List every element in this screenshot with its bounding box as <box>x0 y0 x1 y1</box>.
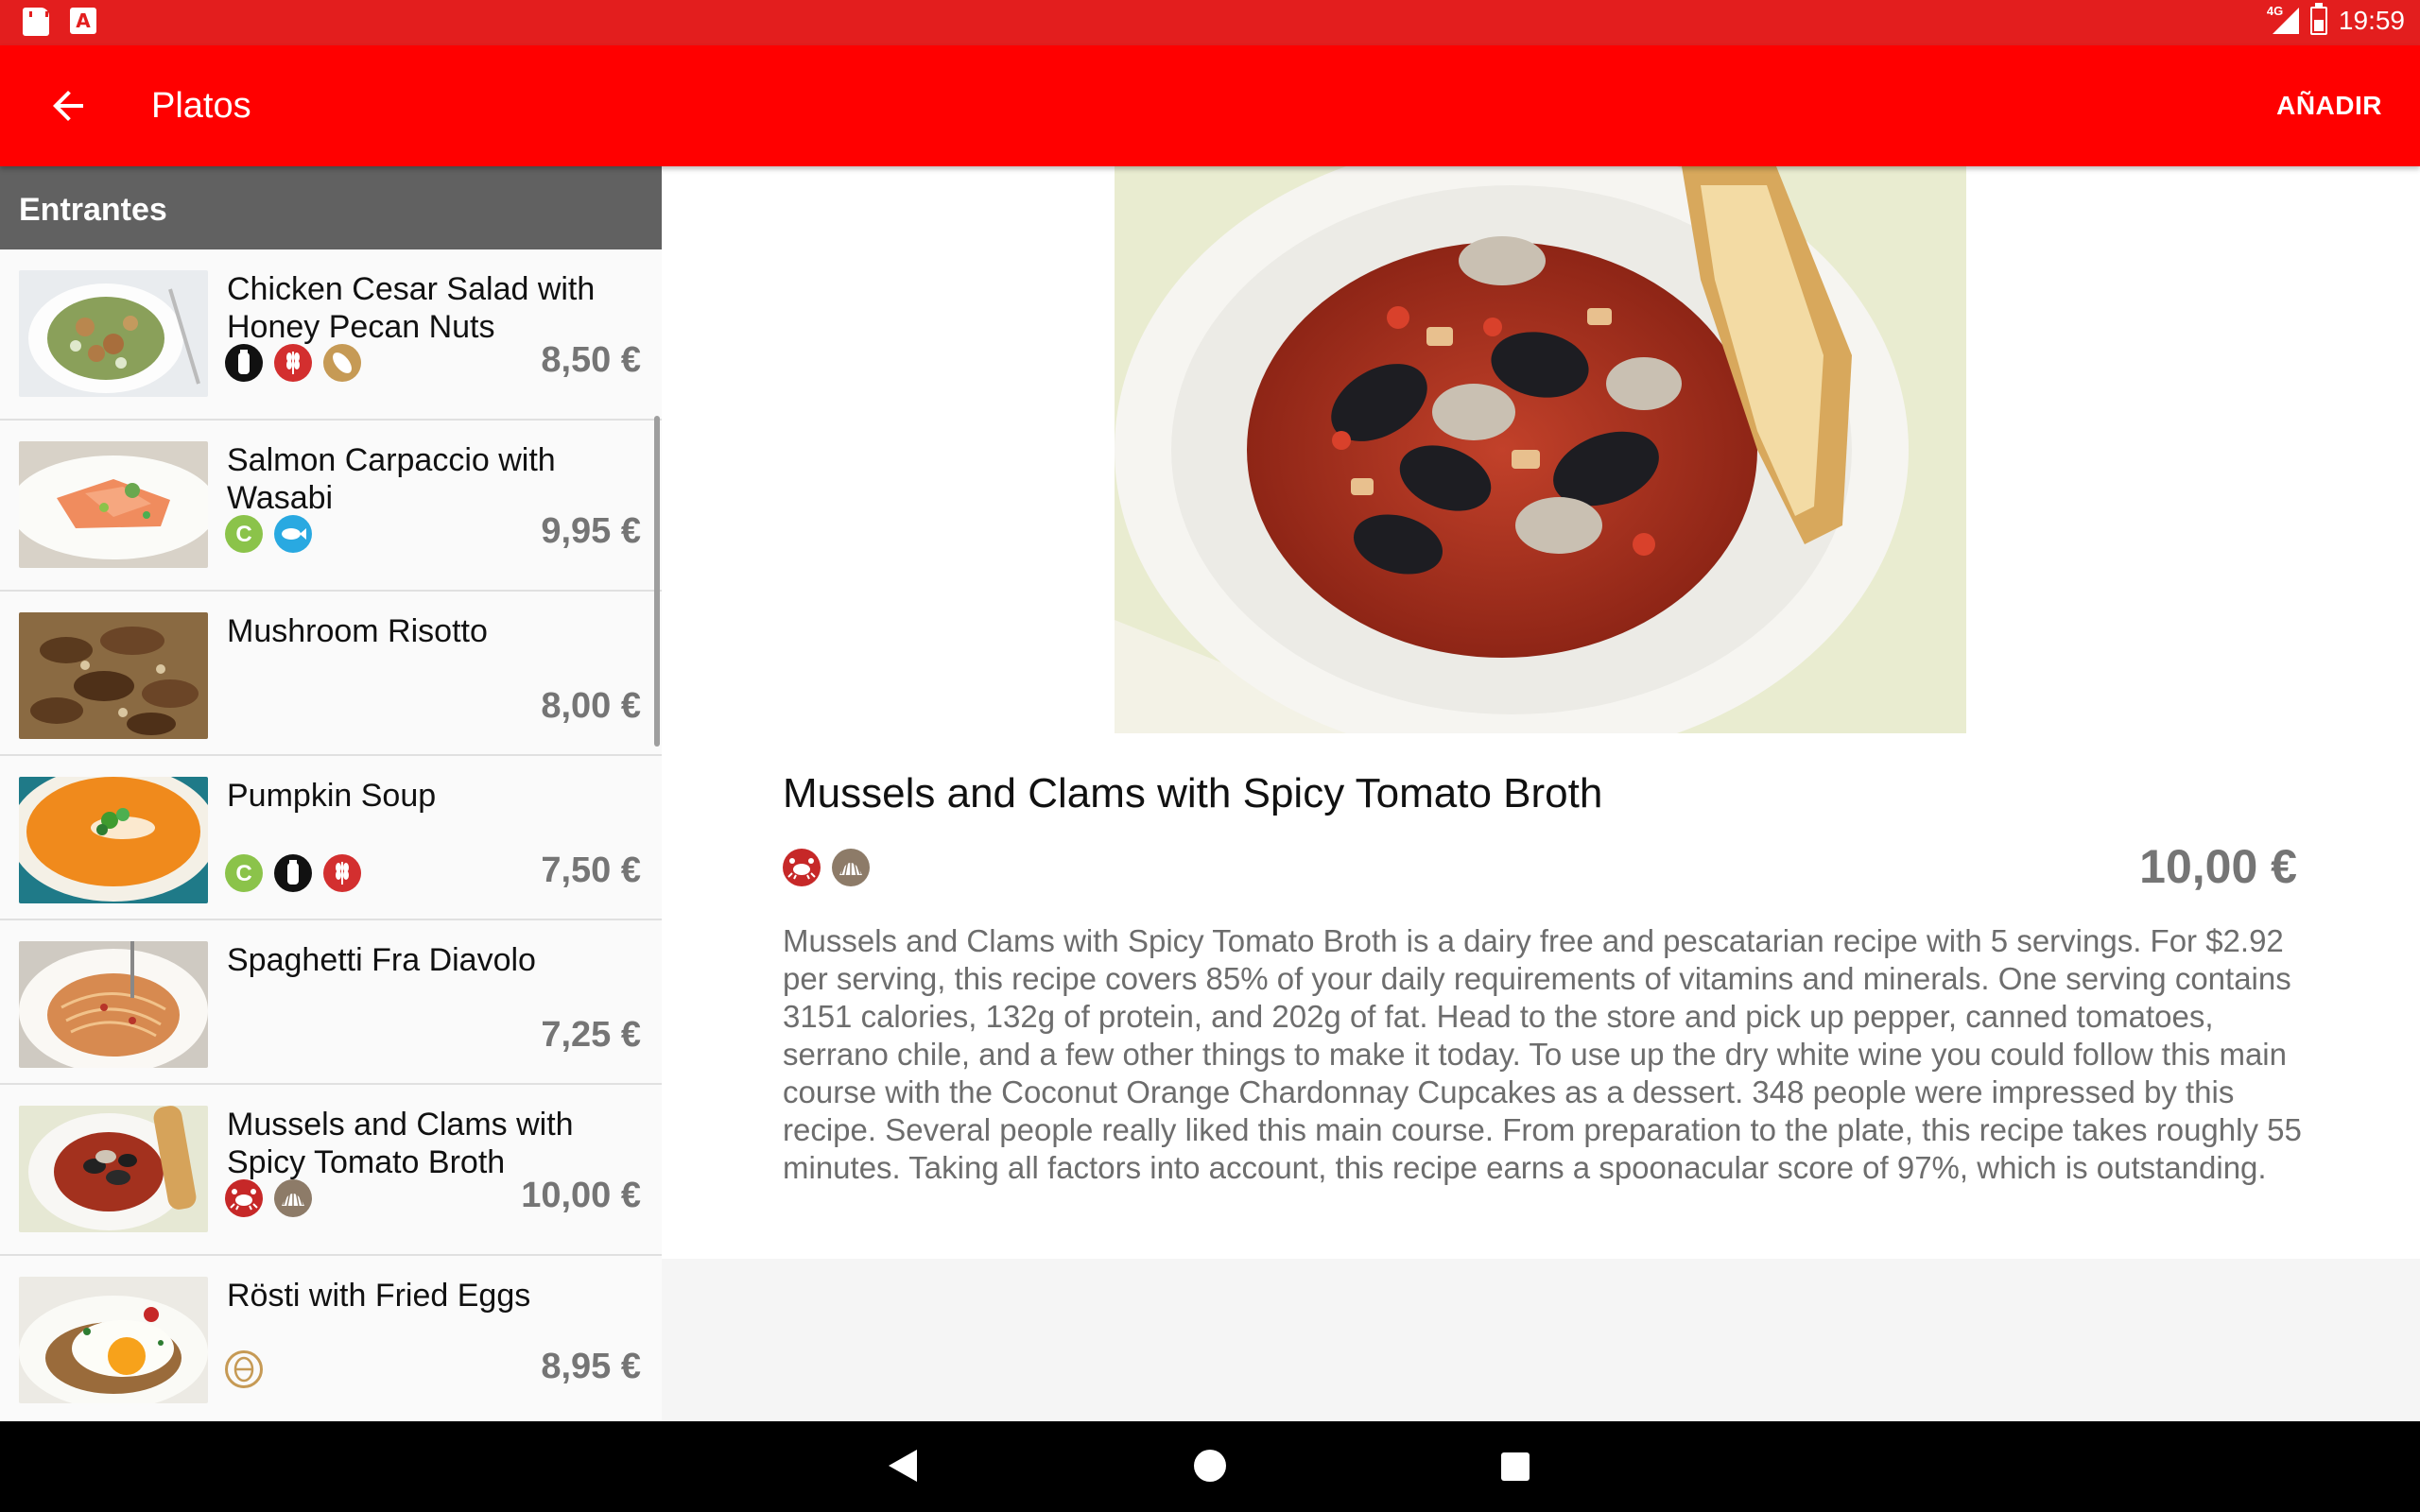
milk-icon <box>274 854 312 892</box>
dish-price: 8,50 € <box>541 340 641 380</box>
svg-text:C: C <box>235 861 251 886</box>
allergen-icons <box>783 849 870 886</box>
app-bar: Platos AÑADIR <box>0 45 2420 166</box>
dish-thumbnail <box>19 1277 208 1403</box>
dish-price: 10,00 € <box>521 1176 641 1215</box>
list-scrollbar[interactable] <box>654 416 660 747</box>
dish-name: Spaghetti Fra Diavolo <box>227 942 536 978</box>
dish-thumbnail <box>19 941 208 1068</box>
dish-name: Salmon Carpaccio with Wasabi <box>227 442 556 516</box>
app-notification-icon: A <box>70 8 96 34</box>
allergen-icons: C <box>225 515 312 553</box>
dish-list[interactable]: Entrantes Chicken Cesar Salad with Honey… <box>0 166 662 1421</box>
dish-name: Mussels and Clams with Spicy Tomato Brot… <box>227 1107 574 1180</box>
dish-price: 7,50 € <box>541 850 641 890</box>
list-item[interactable]: Mussels and Clams with Spicy Tomato Brot… <box>0 1085 662 1256</box>
notification-icons: A <box>23 8 96 36</box>
nav-home-icon[interactable] <box>1194 1450 1226 1482</box>
dish-title: Mussels and Clams with Spicy Tomato Brot… <box>783 770 1603 816</box>
dish-thumbnail <box>19 270 208 397</box>
dish-name: Rösti with Fried Eggs <box>227 1278 531 1314</box>
celery-icon: C <box>225 854 263 892</box>
dish-thumbnail <box>19 612 208 739</box>
add-button[interactable]: AÑADIR <box>2276 83 2382 129</box>
fish-icon <box>274 515 312 553</box>
signal-icon: 4G <box>2267 4 2299 36</box>
milk-icon <box>225 344 263 382</box>
dish-price: 9,95 € <box>541 511 641 551</box>
system-nav-bar <box>0 1421 2420 1512</box>
dish-price: 8,00 € <box>541 686 641 726</box>
nav-recents-icon[interactable] <box>1501 1452 1530 1481</box>
dish-name: Mushroom Risotto <box>227 613 488 649</box>
status-bar: A 4G 19:59 <box>0 0 2420 45</box>
dish-price: 10,00 € <box>2139 840 2297 893</box>
detail-footer-area <box>662 1259 2420 1421</box>
arrow-back-icon[interactable] <box>45 83 91 129</box>
crustacean-icon <box>783 849 821 886</box>
allergen-icons <box>225 1179 312 1217</box>
list-item[interactable]: Chicken Cesar Salad with Honey Pecan Nut… <box>0 249 662 421</box>
dish-detail: Mussels and Clams with Spicy Tomato Brot… <box>662 166 2420 1259</box>
list-item[interactable]: Mushroom Risotto 8,00 € <box>0 592 662 756</box>
list-item[interactable]: Spaghetti Fra Diavolo 7,25 € <box>0 920 662 1085</box>
svg-text:C: C <box>235 522 251 547</box>
page-title: Platos <box>151 86 251 126</box>
allergen-icons <box>225 1350 263 1388</box>
dish-description: Mussels and Clams with Spicy Tomato Brot… <box>783 923 2302 1185</box>
nav-back-icon[interactable] <box>889 1450 917 1482</box>
mollusc-icon <box>274 1179 312 1217</box>
allergen-icons: C <box>225 854 361 892</box>
sd-card-icon <box>23 8 49 36</box>
system-icons: 4G 19:59 <box>2267 3 2405 36</box>
dish-name: Pumpkin Soup <box>227 778 437 814</box>
dish-price: 8,95 € <box>541 1347 641 1386</box>
list-item[interactable]: Pumpkin Soup C 7,50 € <box>0 756 662 920</box>
list-item[interactable]: Rösti with Fried Eggs 8,95 € <box>0 1256 662 1421</box>
allergen-icons <box>225 344 361 382</box>
celery-icon: C <box>225 515 263 553</box>
dish-thumbnail <box>19 777 208 903</box>
egg-icon <box>225 1350 263 1388</box>
battery-icon <box>2309 3 2327 35</box>
clock: 19:59 <box>2338 6 2405 35</box>
mollusc-icon <box>832 849 870 886</box>
peanut-icon <box>323 344 361 382</box>
dish-thumbnail <box>19 441 208 568</box>
crustacean-icon <box>225 1179 263 1217</box>
list-item[interactable]: Salmon Carpaccio with Wasabi C 9,95 € <box>0 421 662 592</box>
gluten-icon <box>323 854 361 892</box>
dish-name: Chicken Cesar Salad with Honey Pecan Nut… <box>227 271 596 345</box>
dish-price: 7,25 € <box>541 1015 641 1055</box>
section-header: Entrantes <box>0 166 662 249</box>
dish-thumbnail <box>19 1106 208 1232</box>
gluten-icon <box>274 344 312 382</box>
dish-photo <box>1115 166 1966 733</box>
